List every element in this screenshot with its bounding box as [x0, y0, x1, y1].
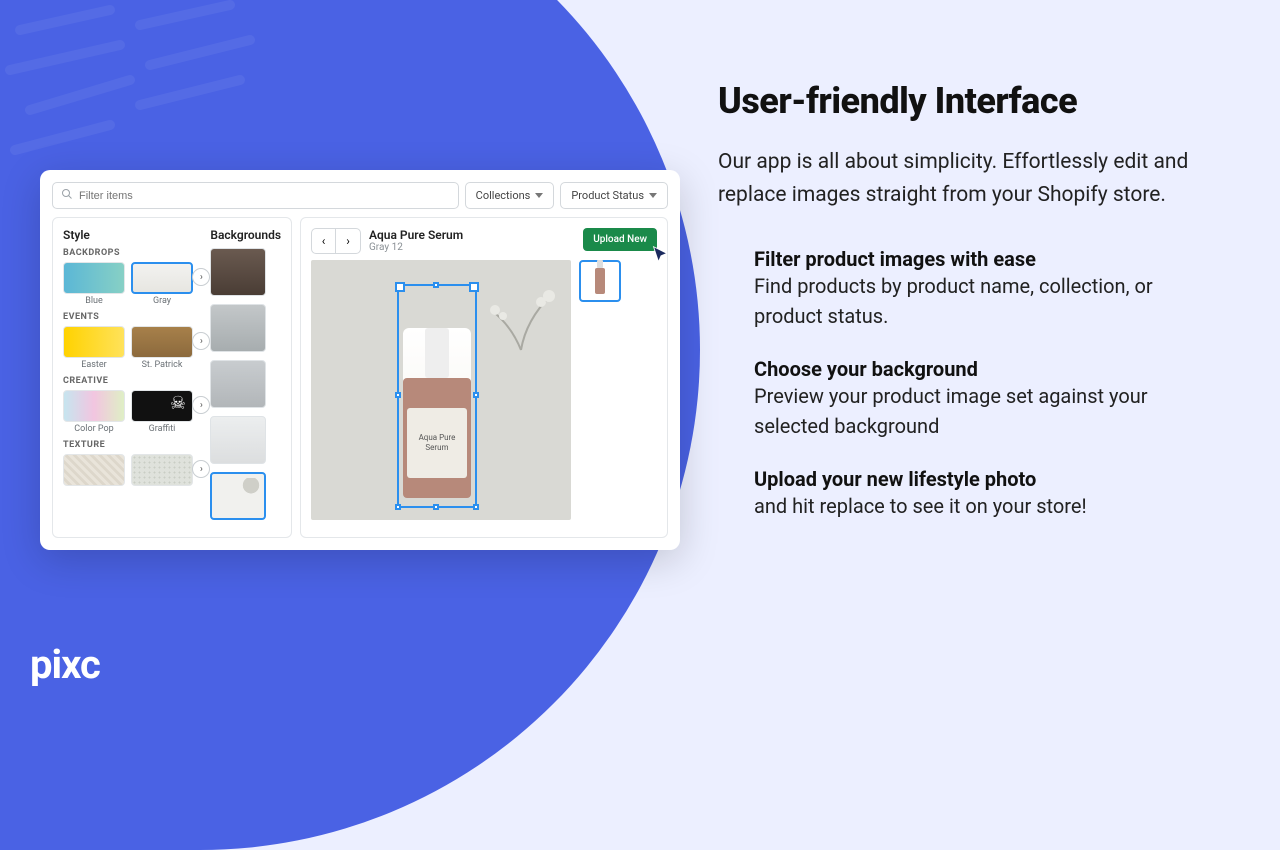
product-variant: Gray 12	[369, 242, 575, 253]
preview-nav: ‹ ›	[311, 228, 361, 254]
brush-pattern-decoration	[0, 0, 300, 180]
status-label: Product Status	[571, 189, 644, 202]
event-easter[interactable]: Easter	[63, 326, 125, 370]
preview-panel: ‹ › Aqua Pure Serum Gray 12 Upload New	[300, 217, 668, 538]
background-thumb-2[interactable]	[210, 304, 266, 352]
cursor-icon	[651, 245, 671, 265]
product-name: Aqua Pure Serum	[369, 228, 575, 242]
search-icon	[61, 188, 73, 203]
main-preview-canvas[interactable]: Aqua Pure Serum	[311, 260, 571, 520]
selection-box[interactable]	[397, 284, 477, 508]
creative-color-pop[interactable]: Color Pop	[63, 390, 125, 434]
feature-filter: Filter product images with ease Find pro…	[754, 247, 1218, 331]
upload-new-button[interactable]: Upload New	[583, 228, 657, 251]
caret-down-icon	[535, 193, 543, 198]
category-label-creative: CREATIVE	[63, 376, 202, 386]
filter-bar: Collections Product Status	[52, 182, 668, 209]
headline: User-friendly Interface	[718, 80, 1218, 122]
scroll-right-button[interactable]: ›	[192, 268, 210, 286]
brand-logo: pixc	[30, 641, 100, 688]
app-card: Collections Product Status Style BACKDRO…	[40, 170, 680, 550]
creative-graffiti[interactable]: Graffiti	[131, 390, 193, 434]
caret-down-icon	[649, 193, 657, 198]
category-label-texture: TEXTURE	[63, 440, 202, 450]
backgrounds-strip	[210, 248, 270, 520]
next-button[interactable]: ›	[336, 229, 360, 253]
collections-label: Collections	[476, 189, 531, 202]
style-panel: Style BACKDROPS Blue Gray › EVENTS Easte…	[52, 217, 292, 538]
collections-dropdown[interactable]: Collections	[465, 182, 555, 209]
background-thumb-1[interactable]	[210, 248, 266, 296]
backdrop-blue[interactable]: Blue	[63, 262, 125, 306]
variant-thumbnail[interactable]	[579, 260, 621, 302]
mini-bottle-icon	[595, 268, 605, 294]
background-thumb-4[interactable]	[210, 416, 266, 464]
backgrounds-title: Backgrounds	[210, 228, 281, 242]
event-st-patrick[interactable]: St. Patrick	[131, 326, 193, 370]
category-label-events: EVENTS	[63, 312, 202, 322]
background-thumb-3[interactable]	[210, 360, 266, 408]
prev-button[interactable]: ‹	[312, 229, 336, 253]
app-body: Style BACKDROPS Blue Gray › EVENTS Easte…	[52, 217, 668, 538]
style-title: Style	[63, 228, 202, 242]
marketing-content: User-friendly Interface Our app is all a…	[718, 80, 1218, 547]
feature-upload: Upload your new lifestyle photo and hit …	[754, 467, 1218, 521]
backdrop-gray[interactable]: Gray	[131, 262, 193, 306]
scroll-right-button[interactable]: ›	[192, 396, 210, 414]
background-thumb-5[interactable]	[210, 472, 266, 520]
filter-input-wrapper[interactable]	[52, 182, 459, 209]
filter-items-input[interactable]	[79, 190, 450, 202]
category-label-backdrops: BACKDROPS	[63, 248, 202, 258]
flower-decoration	[481, 280, 561, 360]
scroll-right-button[interactable]: ›	[192, 460, 210, 478]
texture-1[interactable]	[63, 454, 125, 486]
feature-background: Choose your background Preview your prod…	[754, 357, 1218, 441]
subhead: Our app is all about simplicity. Effortl…	[718, 146, 1218, 211]
scroll-right-button[interactable]: ›	[192, 332, 210, 350]
texture-2[interactable]	[131, 454, 193, 486]
product-status-dropdown[interactable]: Product Status	[560, 182, 668, 209]
